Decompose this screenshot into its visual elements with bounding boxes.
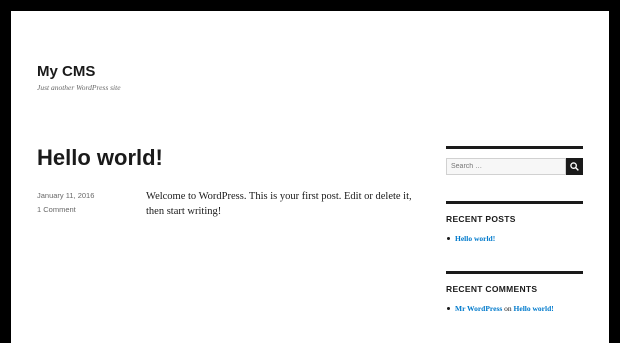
bullet-icon: [447, 237, 450, 240]
recent-comments-list: Mr WordPress on Hello world!: [446, 304, 583, 313]
widget-divider: [446, 146, 583, 149]
widget-divider: [446, 271, 583, 274]
recent-post-link[interactable]: Hello world!: [455, 234, 495, 243]
recent-comments-title: RECENT COMMENTS: [446, 284, 538, 294]
comment-connector: on: [504, 304, 512, 313]
site-title[interactable]: My CMS: [37, 63, 95, 80]
bullet-icon: [447, 307, 450, 310]
post-title[interactable]: Hello world!: [37, 145, 163, 171]
comment-post-link[interactable]: Hello world!: [514, 304, 554, 313]
page: My CMS Just another WordPress site Hello…: [11, 11, 609, 343]
list-item: Hello world!: [446, 234, 583, 243]
search-input[interactable]: [446, 158, 566, 175]
list-item: Mr WordPress on Hello world!: [446, 304, 583, 313]
widget-divider: [446, 201, 583, 204]
post-content: Welcome to WordPress. This is your first…: [146, 191, 412, 217]
post-date-link[interactable]: January 11, 2016: [37, 191, 94, 200]
search-button[interactable]: [566, 158, 583, 175]
comment-author-link[interactable]: Mr WordPress: [455, 304, 502, 313]
post-comments-link[interactable]: 1 Comment: [37, 205, 76, 214]
recent-posts-list: Hello world!: [446, 234, 583, 243]
search-icon: [570, 162, 579, 171]
recent-posts-title: RECENT POSTS: [446, 214, 516, 224]
site-description: Just another WordPress site: [37, 83, 121, 92]
